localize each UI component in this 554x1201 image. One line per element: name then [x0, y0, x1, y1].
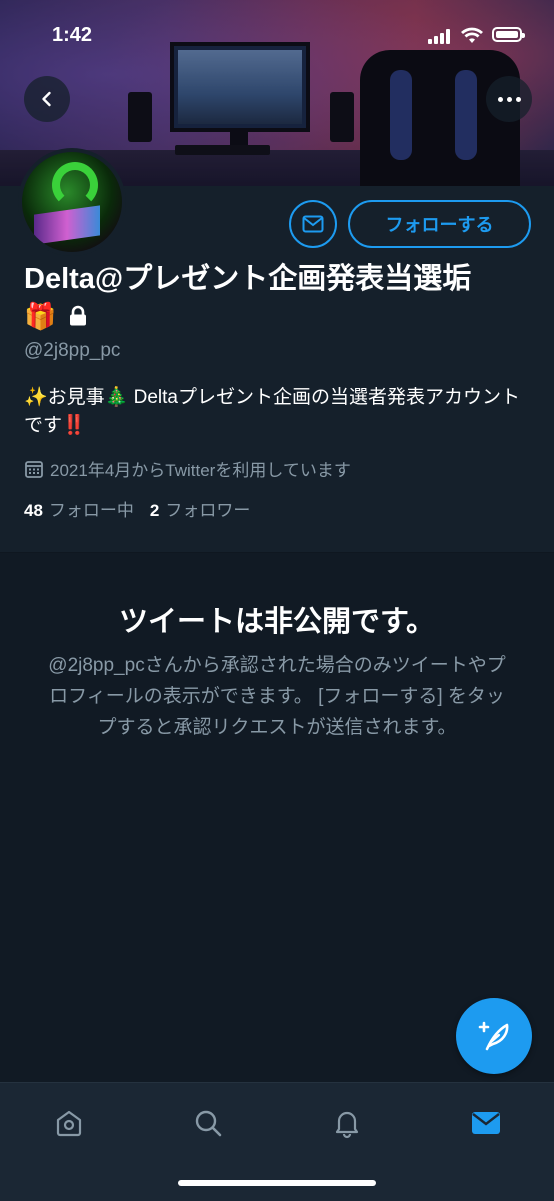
profile-bio: ✨お見事🎄 Deltaプレゼント企画の当選者発表アカウントです‼️: [24, 387, 520, 436]
battery-icon: [492, 27, 525, 42]
chevron-left-icon: [42, 91, 51, 107]
compose-feather-icon: [478, 1021, 509, 1051]
join-date-text: 2021年4月からTwitterを利用しています: [50, 461, 351, 480]
profile-avatar[interactable]: [18, 148, 126, 256]
envelope-icon: [302, 215, 324, 233]
following-link[interactable]: 48 フォロー中: [24, 501, 134, 520]
calendar-icon: [25, 460, 43, 478]
following-count: 48: [24, 501, 43, 520]
tab-messages[interactable]: [464, 1101, 508, 1145]
bell-icon: [335, 1111, 359, 1139]
compose-tweet-button[interactable]: [456, 998, 532, 1074]
follow-button[interactable]: フォローする: [348, 200, 531, 248]
lock-icon: [70, 305, 87, 326]
wifi-icon: [461, 27, 483, 43]
tab-search[interactable]: [186, 1101, 230, 1145]
tab-home[interactable]: [47, 1101, 91, 1145]
name-badges: 🎁: [24, 300, 88, 332]
followers-link[interactable]: 2 フォロワー: [150, 501, 250, 520]
home-icon: [56, 1110, 82, 1137]
followers-label: フォロワー: [165, 501, 251, 520]
search-icon: [195, 1110, 222, 1137]
protected-title: ツイートは非公開です。: [118, 606, 436, 638]
more-options-button[interactable]: [486, 76, 532, 122]
follow-counts: 48 フォロー中 2 フォロワー: [24, 496, 250, 521]
cellular-signal-icon: [428, 28, 454, 44]
back-button[interactable]: [24, 76, 70, 122]
join-date: 2021年4月からTwitterを利用しています: [24, 456, 351, 481]
status-time: 1:42: [52, 24, 93, 46]
follow-button-label: フォローする: [385, 215, 494, 235]
status-bar: 1:42: [0, 18, 554, 54]
protected-description: @2j8pp_pcさんから承認された場合のみツイートやプロフィールの表示ができま…: [48, 655, 506, 738]
tab-notifications[interactable]: [325, 1101, 369, 1145]
message-button[interactable]: [289, 200, 337, 248]
user-handle: @2j8pp_pc: [24, 340, 121, 361]
more-dots-icon: [497, 96, 521, 102]
display-name: Delta@プレゼント企画発表当選垢: [24, 263, 472, 295]
followers-count: 2: [149, 501, 160, 520]
following-label: フォロー中: [48, 501, 134, 520]
envelope-icon: [472, 1112, 500, 1134]
home-indicator[interactable]: [178, 1180, 376, 1186]
gift-emoji: 🎁: [24, 300, 57, 331]
